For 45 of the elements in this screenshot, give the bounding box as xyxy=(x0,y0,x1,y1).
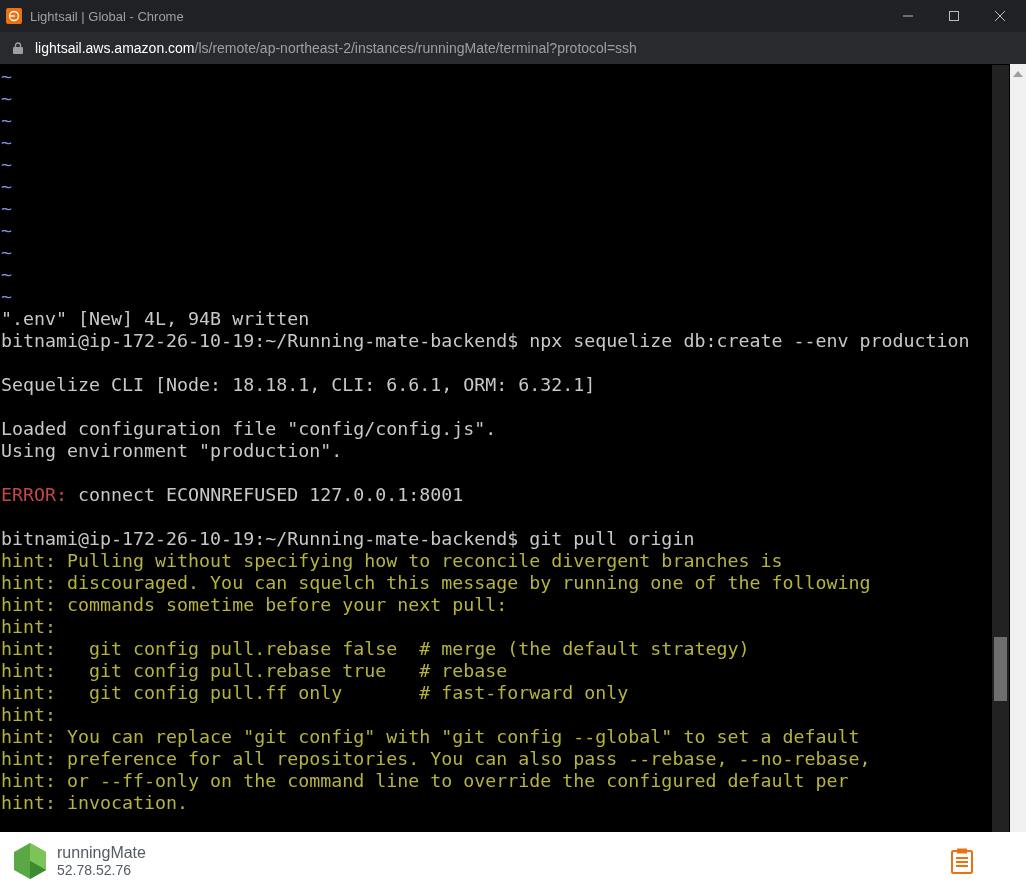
terminal-line: Loaded configuration file "config/config.js". xyxy=(0,418,497,440)
hint-line: hint: You can replace "git config" with "git config --global" to set a default xyxy=(0,726,860,748)
instance-name: runningMate xyxy=(57,844,146,862)
hint-line: hint: preference for all repositories. You can also pass --rebase, --no-rebase, xyxy=(0,748,871,770)
hint-line: hint: discouraged. You can squelch this message by running one of the following xyxy=(0,572,871,594)
terminal-line: ".env" [New] 4L, 94B written xyxy=(0,308,310,330)
terminal-scrollbar[interactable] xyxy=(992,65,1009,832)
hint-line: hint: git config pull.ff only # fast-forward only xyxy=(0,682,629,704)
tilde-marker: ~ xyxy=(0,66,12,88)
tilde-marker: ~ xyxy=(0,286,12,308)
hint-line: hint: git config pull.rebase false # merge (the default strategy) xyxy=(0,638,750,660)
lock-icon xyxy=(13,42,23,54)
hint-line: hint: xyxy=(0,616,57,638)
page-scrollbar[interactable] xyxy=(1010,64,1026,832)
tilde-marker: ~ xyxy=(0,220,12,242)
tilde-marker: ~ xyxy=(0,242,12,264)
instance-ip: 52.78.52.76 xyxy=(57,862,132,878)
terminal-panel[interactable] xyxy=(0,64,1010,832)
hint-line: hint: xyxy=(0,704,57,726)
scroll-thumb[interactable] xyxy=(994,637,1007,701)
app-icon xyxy=(6,8,22,24)
error-message: connect ECONNREFUSED 127.0.0.1:8001 xyxy=(78,484,464,505)
terminal-line: Sequelize CLI [Node: 18.18.1, CLI: 6.6.1, ORM: 6.32.1] xyxy=(0,374,596,396)
tilde-marker: ~ xyxy=(0,264,12,286)
tilde-marker: ~ xyxy=(0,88,12,110)
close-icon[interactable] xyxy=(994,10,1006,22)
error-label: ERROR: xyxy=(1,484,68,505)
hexagon-logo-icon xyxy=(13,842,47,880)
terminal-line: bitnami@ip-172-26-10-19:~/Running-mate-backend$ npx sequelize db:create --env production xyxy=(0,330,970,352)
hint-line: hint: Pulling without specifying how to reconcile divergent branches is xyxy=(0,550,783,572)
hint-line: hint: commands sometime before your next pull: xyxy=(0,594,508,616)
tilde-marker: ~ xyxy=(0,110,12,132)
clipboard-icon[interactable] xyxy=(951,848,973,874)
tilde-marker: ~ xyxy=(0,176,12,198)
tilde-marker: ~ xyxy=(0,132,12,154)
terminal-line: Using environment "production". xyxy=(0,440,343,462)
scroll-up-icon[interactable] xyxy=(1013,71,1023,77)
hint-line: hint: git config pull.rebase true # rebase xyxy=(0,660,508,682)
terminal-line: bitnami@ip-172-26-10-19:~/Running-mate-backend$ git pull origin xyxy=(0,528,695,550)
hint-line: hint: or --ff-only on the command line to override the configured default per xyxy=(0,770,849,792)
tilde-marker: ~ xyxy=(0,154,12,176)
hint-line: hint: invocation. xyxy=(0,792,189,814)
maximize-icon[interactable] xyxy=(948,10,960,22)
tilde-marker: ~ xyxy=(0,198,12,220)
window-title: Lightsail | Global - Chrome xyxy=(30,8,184,24)
